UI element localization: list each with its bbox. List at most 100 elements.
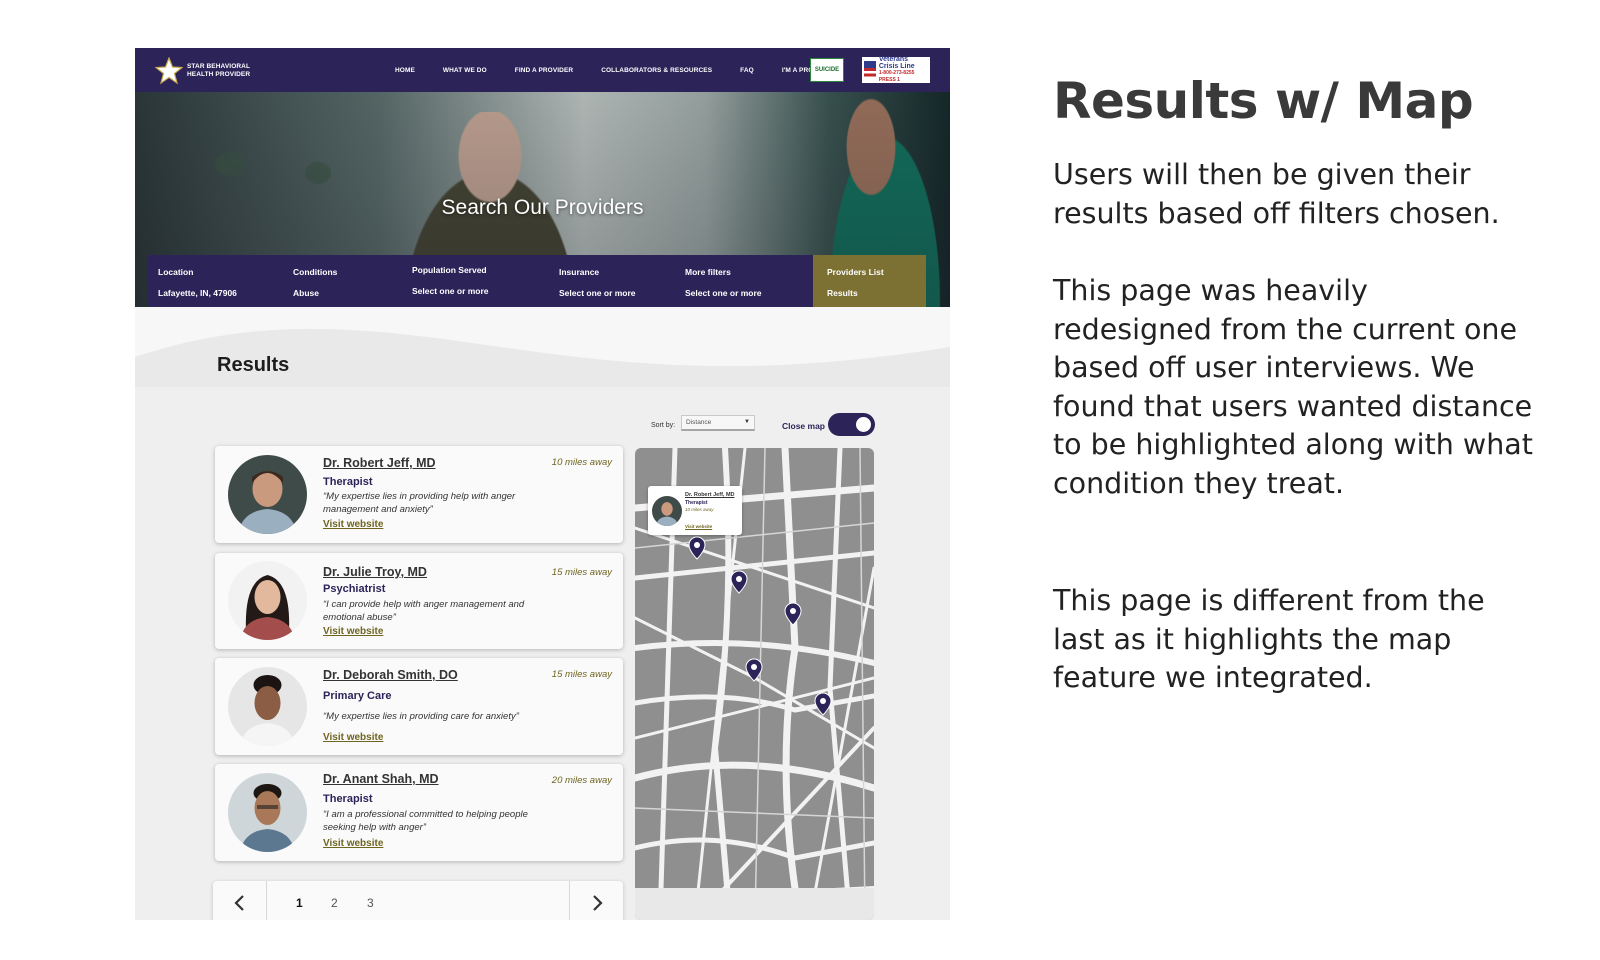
toggle-knob: [856, 417, 871, 432]
vcl-line-1: Veterans: [878, 56, 909, 63]
vcl-text: Veterans Crisis Line 1-800-273-8255 PRES…: [879, 56, 928, 84]
provider-avatar: [228, 561, 307, 640]
website-mockup: STAR BEHAVIORAL HEALTH PROVIDER HOME WHA…: [135, 48, 950, 920]
filter-providers-list[interactable]: Providers List Results: [813, 255, 926, 307]
hero-title: Search Our Providers: [441, 196, 644, 219]
popup-provider-photo: [652, 496, 682, 526]
page-2[interactable]: 2: [331, 896, 338, 910]
description-paragraph-2: This page was heavily redesigned from th…: [1053, 274, 1533, 500]
logo-line-2: HEALTH PROVIDER: [187, 71, 251, 78]
provider-specialty: Therapist: [323, 793, 373, 805]
sort-selected-value: Distance: [686, 419, 712, 426]
provider-name[interactable]: Dr. Julie Troy, MD: [323, 565, 427, 579]
nav-what-we-do[interactable]: WHAT WE DO: [443, 67, 487, 74]
map-toggle-switch[interactable]: [828, 413, 875, 436]
nav-faq[interactable]: FAQ: [740, 67, 754, 74]
popup-visit-website-link[interactable]: Visit website: [685, 524, 712, 529]
popup-provider-specialty: Therapist: [685, 500, 708, 506]
visit-website-link[interactable]: Visit website: [323, 626, 383, 637]
provider-card[interactable]: Dr. Deborah Smith, DO 15 miles away Prim…: [215, 658, 623, 755]
page-3[interactable]: 3: [367, 896, 374, 910]
vcl-line-2: Crisis Line: [878, 63, 915, 70]
description-title: Results w/ Map: [1053, 72, 1474, 130]
provider-quote: “I can provide help with anger managemen…: [323, 599, 525, 623]
filter-conditions-value: Abuse: [293, 288, 319, 298]
providers-list-text: Providers List Results: [827, 267, 884, 298]
provider-name[interactable]: Dr. Anant Shah, MD: [323, 772, 439, 786]
provider-quote: “My expertise lies in providing help wit…: [323, 491, 516, 515]
filter-more[interactable]: More filters Select one or more: [685, 267, 762, 298]
map-pin-icon[interactable]: [688, 536, 706, 560]
provider-avatar: [228, 773, 307, 852]
filter-insurance[interactable]: Insurance Select one or more: [559, 267, 636, 298]
top-navigation: STAR BEHAVIORAL HEALTH PROVIDER HOME WHA…: [135, 48, 950, 92]
visit-website-link[interactable]: Visit website: [323, 732, 383, 743]
popup-avatar: [652, 496, 682, 526]
nav-collaborators-resources[interactable]: COLLABORATORS & RESOURCES: [601, 67, 712, 74]
map-pin-icon[interactable]: [784, 602, 802, 626]
star-logo-icon: [155, 57, 183, 85]
filter-conditions[interactable]: Conditions Abuse: [293, 267, 337, 298]
sort-label: Sort by:: [651, 422, 676, 429]
map-provider-popup[interactable]: Dr. Robert Jeff, MD Therapist 10 miles a…: [648, 486, 742, 535]
description-paragraph-1: Users will then be given their results b…: [1053, 158, 1500, 230]
filter-population-label: Population Served: [412, 265, 487, 275]
provider-distance: 10 miles away: [551, 457, 612, 468]
popup-provider-distance: 10 miles away: [685, 507, 714, 512]
provider-photo: [228, 455, 307, 534]
filter-more-value: Select one or more: [685, 288, 762, 298]
filter-more-label: More filters: [685, 267, 731, 277]
chevron-right-icon: [592, 895, 603, 911]
provider-card[interactable]: Dr. Julie Troy, MD 15 miles away Psychia…: [215, 553, 623, 649]
filter-location[interactable]: Location Lafayette, IN, 47906: [158, 267, 237, 298]
provider-distance: 15 miles away: [551, 669, 612, 680]
provider-card[interactable]: Dr. Robert Jeff, MD 10 miles away Therap…: [215, 446, 623, 543]
page-1[interactable]: 1: [296, 896, 303, 910]
filter-insurance-value: Select one or more: [559, 288, 636, 298]
visit-website-link[interactable]: Visit website: [323, 838, 383, 849]
provider-photo: [228, 561, 307, 640]
next-page-button[interactable]: [569, 881, 623, 920]
pagination: 1 2 3: [213, 881, 623, 920]
description-paragraph-3: This page is different from the last as …: [1053, 584, 1485, 694]
logo-text: STAR BEHAVIORAL HEALTH PROVIDER: [187, 63, 250, 79]
provider-card[interactable]: Dr. Anant Shah, MD 20 miles away Therapi…: [215, 764, 623, 861]
suicide-prevention-badge[interactable]: SUICIDE: [810, 58, 844, 82]
providers-list-label: Providers List: [827, 267, 884, 277]
map-pin-icon[interactable]: [814, 692, 832, 716]
filter-population-value: Select one or more: [412, 286, 489, 296]
map-pin-icon[interactable]: [730, 570, 748, 594]
chevron-left-icon: [233, 895, 244, 911]
provider-map[interactable]: Dr. Robert Jeff, MD Therapist 10 miles a…: [635, 448, 874, 920]
filter-population[interactable]: Population Served Select one or more: [412, 265, 489, 296]
provider-specialty: Therapist: [323, 476, 373, 488]
map-pin-icon[interactable]: [745, 658, 763, 682]
provider-avatar: [228, 667, 307, 746]
filter-insurance-label: Insurance: [559, 267, 600, 277]
provider-distance: 20 miles away: [551, 775, 612, 786]
vcl-number: 1-800-273-8255 PRESS 1: [878, 70, 915, 83]
filter-location-value: Lafayette, IN, 47906: [158, 288, 237, 298]
veterans-crisis-line-badge[interactable]: Veterans Crisis Line 1-800-273-8255 PRES…: [862, 56, 930, 84]
nav-home[interactable]: HOME: [395, 67, 415, 74]
visit-website-link[interactable]: Visit website: [323, 519, 383, 530]
provider-photo: [228, 667, 307, 746]
popup-provider-name[interactable]: Dr. Robert Jeff, MD: [685, 492, 735, 498]
nav-links: HOME WHAT WE DO FIND A PROVIDER COLLABOR…: [395, 48, 834, 92]
provider-name[interactable]: Dr. Deborah Smith, DO: [323, 668, 458, 682]
provider-specialty: Primary Care: [323, 690, 392, 702]
filter-location-label: Location: [158, 267, 194, 277]
nav-find-a-provider[interactable]: FIND A PROVIDER: [515, 67, 573, 74]
site-logo[interactable]: STAR BEHAVIORAL HEALTH PROVIDER: [155, 57, 250, 85]
sort-dropdown[interactable]: Distance ▼: [681, 415, 755, 431]
previous-page-button[interactable]: [213, 881, 267, 920]
results-heading: Results: [217, 354, 290, 376]
dropdown-caret-icon: ▼: [744, 419, 750, 425]
filter-bar: Location Lafayette, IN, 47906 Conditions…: [148, 255, 926, 307]
filter-conditions-label: Conditions: [293, 267, 338, 277]
logo-line-1: STAR BEHAVIORAL: [187, 63, 251, 70]
provider-quote: “My expertise lies in providing care for…: [323, 711, 519, 722]
provider-name[interactable]: Dr. Robert Jeff, MD: [323, 456, 436, 470]
provider-distance: 15 miles away: [551, 567, 612, 578]
close-map-label: Close map: [782, 421, 825, 431]
